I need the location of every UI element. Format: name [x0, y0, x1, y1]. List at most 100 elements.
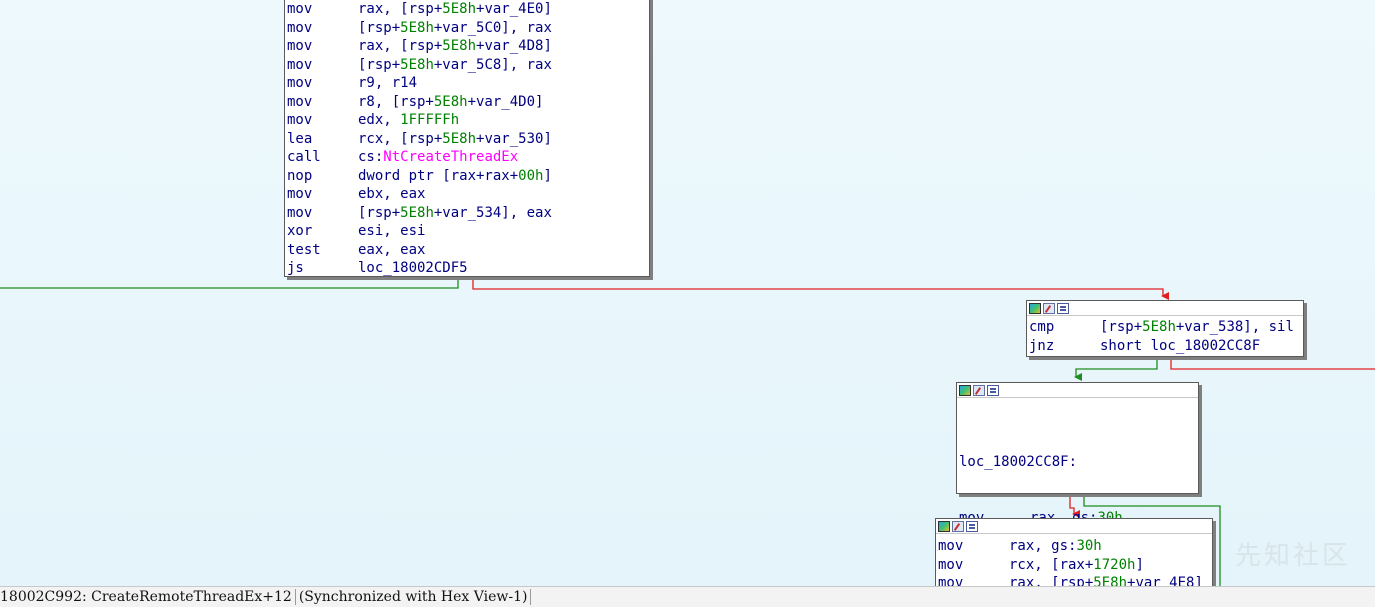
- instruction-line[interactable]: call cs:NtCreateThreadEx: [287, 148, 647, 167]
- set-color-icon[interactable]: [1029, 302, 1041, 314]
- status-sync-text: (Synchronized with Hex View-1): [298, 589, 528, 605]
- operand: cs:: [358, 149, 384, 165]
- mnemonic: mov: [938, 575, 964, 586]
- instruction-line[interactable]: lea rcx, [rsp+5E8h+var_530]: [287, 130, 647, 149]
- mnemonic: test: [287, 241, 321, 258]
- mnemonic: lea: [287, 130, 313, 147]
- api-name[interactable]: NtCreateThreadEx: [383, 149, 518, 165]
- instruction-line[interactable]: mov rax, [rsp+5E8h+var_4E0]: [287, 0, 647, 19]
- instruction-line[interactable]: js loc_18002CDF5: [287, 259, 647, 278]
- group-nodes-icon[interactable]: [1057, 302, 1069, 314]
- instruction-line[interactable]: mov [rsp+5E8h+var_5C8], rax: [287, 56, 647, 75]
- status-separator: [294, 589, 296, 605]
- operand: +var_4E8]: [1127, 575, 1203, 586]
- code-block-cmp-sil-body: cmp [rsp+5E8h+var_538], sil jnz short loc_1…: [1027, 316, 1303, 357]
- set-color-icon[interactable]: [959, 384, 971, 396]
- mnemonic: mov: [287, 38, 313, 54]
- edge-green-to-loc: [1074, 357, 1158, 381]
- operand: ebx, eax: [358, 186, 426, 202]
- edge-red-to-cmp: [472, 277, 1169, 300]
- operand: rax, [rsp+: [358, 38, 443, 54]
- edge-red-right: [1170, 357, 1375, 370]
- hex-constant: 1FFFFFh: [400, 112, 460, 128]
- block-header: [936, 519, 1212, 534]
- mnemonic: jnz: [1029, 337, 1055, 354]
- operand: ]: [543, 167, 552, 184]
- instruction-line[interactable]: mov [rsp+5E8h+var_5C0], rax: [287, 19, 647, 38]
- instruction-line[interactable]: mov rax, [rsp+5E8h+var_4E8]: [938, 574, 1210, 586]
- operand: edx,: [358, 112, 401, 128]
- block-header: [1027, 301, 1303, 316]
- mnemonic: mov: [287, 56, 313, 73]
- instruction-line[interactable]: mov rax, gs:30h: [938, 537, 1210, 556]
- instruction-line[interactable]: mov r8, [rsp+5E8h+var_4D0]: [287, 93, 647, 112]
- operand: [rsp+: [1100, 319, 1143, 335]
- mnemonic: mov: [938, 556, 964, 573]
- operand: rax, gs:: [1009, 538, 1077, 554]
- operand: dword ptr [rax+rax+: [358, 167, 519, 184]
- operand: short loc_18002CC8F: [1100, 337, 1261, 354]
- operand: loc_18002CDF5: [358, 260, 468, 276]
- instruction-line[interactable]: mov r9, r14: [287, 74, 647, 93]
- set-color-icon[interactable]: [938, 520, 950, 532]
- instruction-line[interactable]: test eax, eax: [287, 241, 647, 260]
- location-label[interactable]: loc_18002CC8F:: [959, 453, 1196, 472]
- rename-icon[interactable]: [952, 520, 964, 532]
- operand: r9, r14: [358, 75, 418, 91]
- operand: ]: [1135, 556, 1144, 573]
- status-address: 18002C992: CreateRemoteThreadEx+12: [0, 589, 292, 605]
- mnemonic: mov: [287, 1, 313, 17]
- instruction-line[interactable]: mov edx, 1FFFFFh: [287, 111, 647, 130]
- code-block-main-body: mov rax, [rsp+5E8h+var_4E0] mov [rsp+5E8h+v…: [285, 0, 649, 280]
- mnemonic: mov: [287, 75, 313, 91]
- mnemonic: js: [287, 260, 304, 276]
- code-block-main[interactable]: mov rax, [rsp+5E8h+var_4E0] mov [rsp+5E8h+v…: [284, 0, 650, 277]
- operand: rcx, [rax+: [1009, 556, 1094, 573]
- status-bar: 18002C992: CreateRemoteThreadEx+12 (Sync…: [0, 586, 1375, 607]
- code-block-bottom[interactable]: mov rax, gs:30h mov rcx, [rax+1720h] mov rax,…: [935, 518, 1213, 586]
- instruction-line[interactable]: mov ebx, eax: [287, 185, 647, 204]
- mnemonic: mov: [287, 93, 313, 110]
- mnemonic: mov: [287, 112, 313, 128]
- graph-view[interactable]: mov rax, [rsp+5E8h+var_4E0] mov [rsp+5E8h+v…: [0, 0, 1375, 586]
- hex-constant: 5E8h: [400, 19, 434, 36]
- mnemonic: xor: [287, 223, 313, 239]
- operand: +var_534], eax: [433, 204, 552, 221]
- group-nodes-icon[interactable]: [966, 520, 978, 532]
- code-block-bottom-body: mov rax, gs:30h mov rcx, [rax+1720h] mov rax,…: [936, 534, 1212, 586]
- rename-icon[interactable]: [1043, 302, 1055, 314]
- operand: eax, eax: [358, 241, 426, 258]
- status-separator: [530, 589, 532, 605]
- operand: +var_538], sil: [1175, 319, 1294, 335]
- operand: +var_530]: [476, 130, 552, 147]
- operand: [rsp+: [358, 56, 401, 73]
- operand: +var_4D0]: [467, 93, 544, 110]
- code-block-loc-18002cc8f[interactable]: loc_18002CC8F: movrax, gs:30hcmp[rax+172…: [956, 382, 1199, 563]
- instruction-line[interactable]: xor esi, esi: [287, 222, 647, 241]
- instruction-line[interactable]: cmp [rsp+5E8h+var_538], sil: [1029, 318, 1301, 337]
- mnemonic: mov: [287, 186, 313, 202]
- operand: rax, [rsp+: [1009, 575, 1094, 586]
- operand: r8, [rsp+: [358, 93, 434, 110]
- group-nodes-icon[interactable]: [987, 384, 999, 396]
- mnemonic: mov: [938, 538, 964, 554]
- hex-constant: 5E8h: [433, 93, 468, 110]
- instruction-line[interactable]: nop dword ptr [rax+rax+00h]: [287, 167, 647, 186]
- code-block-cmp-sil[interactable]: cmp [rsp+5E8h+var_538], sil jnz short loc_1…: [1026, 300, 1304, 357]
- operand: rax, [rsp+: [358, 1, 443, 17]
- hex-constant: 5E8h: [442, 1, 477, 17]
- operand: +var_4D8]: [476, 38, 552, 54]
- operand: +var_4E0]: [476, 1, 552, 17]
- instruction-line[interactable]: mov rax, [rsp+5E8h+var_4D8]: [287, 37, 647, 56]
- operand: +var_5C0], rax: [433, 19, 552, 36]
- mnemonic: mov: [287, 19, 313, 36]
- hex-constant: 30h: [1076, 538, 1102, 554]
- hex-constant: 5E8h: [442, 130, 477, 147]
- instruction-line[interactable]: jnz short loc_18002CC8F: [1029, 337, 1301, 356]
- hex-constant: 00h: [518, 167, 544, 184]
- rename-icon[interactable]: [973, 384, 985, 396]
- operand: +var_5C8], rax: [433, 56, 552, 73]
- instruction-line[interactable]: mov rcx, [rax+1720h]: [938, 556, 1210, 575]
- operand: [rsp+: [358, 19, 401, 36]
- instruction-line[interactable]: mov [rsp+5E8h+var_534], eax: [287, 204, 647, 223]
